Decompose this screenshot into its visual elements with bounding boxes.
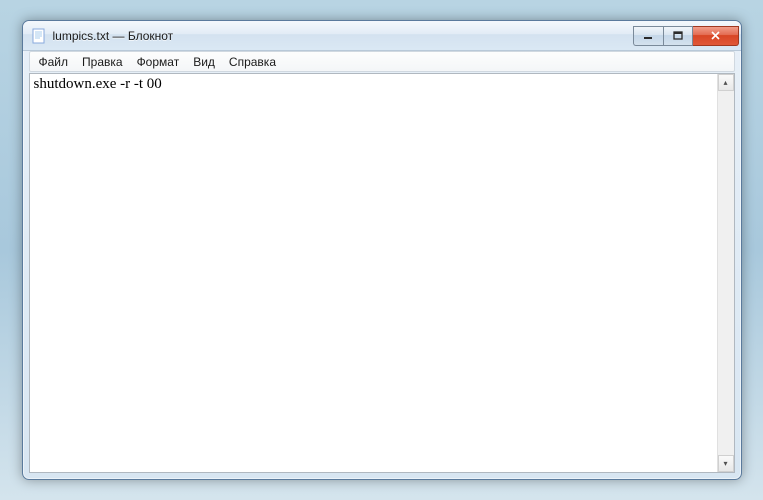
menu-view[interactable]: Вид: [186, 53, 222, 71]
window-title: lumpics.txt — Блокнот: [53, 29, 633, 43]
menu-format[interactable]: Формат: [130, 53, 187, 71]
menu-edit[interactable]: Правка: [75, 53, 130, 71]
notepad-window: lumpics.txt — Блокнот Файл Правка Формат…: [22, 20, 742, 480]
maximize-button[interactable]: [663, 26, 693, 46]
notepad-icon: [31, 28, 47, 44]
text-editor[interactable]: shutdown.exe -r -t 00: [30, 74, 717, 472]
vertical-scrollbar[interactable]: ▴ ▾: [717, 74, 734, 472]
menu-file[interactable]: Файл: [32, 53, 76, 71]
window-controls: [633, 26, 739, 46]
minimize-button[interactable]: [633, 26, 663, 46]
menu-help[interactable]: Справка: [222, 53, 283, 71]
editor-container: shutdown.exe -r -t 00 ▴ ▾: [29, 73, 735, 473]
close-button[interactable]: [693, 26, 739, 46]
scroll-down-icon[interactable]: ▾: [718, 455, 734, 472]
title-bar[interactable]: lumpics.txt — Блокнот: [23, 21, 741, 51]
scroll-track[interactable]: [718, 91, 734, 455]
menu-bar: Файл Правка Формат Вид Справка: [29, 51, 735, 72]
scroll-up-icon[interactable]: ▴: [718, 74, 734, 91]
